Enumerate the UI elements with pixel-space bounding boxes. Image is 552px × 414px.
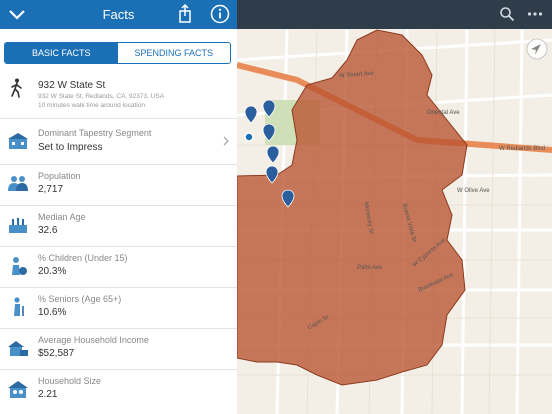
senior-icon [14, 297, 24, 316]
income-icon [8, 341, 28, 356]
street-label: Oriental Ave [427, 110, 460, 116]
map-view[interactable]: W Stuart Ave Oriental Ave W Redlands Blv… [237, 0, 552, 414]
fact-row-seniors: % Seniors (Age 65+) 10.6% [0, 287, 237, 329]
map-toolbar [237, 0, 552, 29]
fact-label: Median Age [38, 212, 86, 222]
map-canvas[interactable] [237, 0, 552, 414]
fact-label: Household Size [38, 376, 102, 386]
location-address: 932 W State St, Redlands, CA, 92373, USA [38, 93, 165, 100]
fact-value: Set to Impress [38, 142, 103, 153]
fact-value: 32.6 [38, 225, 58, 236]
fact-row-median-age: Median Age 32.6 [0, 205, 237, 247]
house-segment-icon [8, 133, 28, 149]
chevron-right-icon [223, 136, 229, 146]
fact-value: $52,587 [38, 348, 75, 359]
more-icon[interactable] [527, 10, 543, 18]
share-icon[interactable] [174, 3, 196, 25]
street-label: W Redlands Blvd [499, 146, 546, 152]
fact-label: Dominant Tapestry Segment [38, 128, 152, 138]
search-icon[interactable] [499, 6, 515, 22]
location-summary: 932 W State St 932 W State St, Redlands,… [0, 74, 237, 118]
panel-title: Facts [102, 7, 135, 22]
household-icon [8, 381, 28, 398]
street-label: W Olive Ave [457, 188, 490, 194]
fact-value: 10.6% [38, 307, 67, 318]
people-icon [8, 176, 28, 191]
fact-value: 2,717 [38, 184, 64, 195]
tab-basic-facts[interactable]: BASIC FACTS [5, 43, 118, 63]
info-icon[interactable] [209, 3, 231, 25]
fact-row-income: Average Household Income $52,587 [0, 328, 237, 370]
walk-time-note: 10 minutes walk time around location [38, 102, 145, 109]
fact-label: Average Household Income [38, 335, 149, 345]
fact-row-population: Population 2,717 [0, 164, 237, 206]
panel-header: Facts [0, 0, 237, 29]
fact-row-household-size: Household Size 2.21 [0, 369, 237, 414]
walking-icon [11, 78, 22, 98]
age-icon [9, 218, 27, 233]
street-label: Palm Ave [357, 265, 383, 271]
fact-value: 2.21 [38, 389, 58, 400]
fact-label: Population [38, 171, 81, 181]
facts-panel: Facts BASIC FACTS SPENDING FACTS 932 W S… [0, 0, 238, 414]
locate-icon[interactable] [526, 38, 548, 60]
fact-label: % Seniors (Age 65+) [38, 294, 122, 304]
fact-value: 20.3% [38, 266, 67, 277]
fact-row-children: % Children (Under 15) 20.3% [0, 246, 237, 288]
fact-row-tapestry[interactable]: Dominant Tapestry Segment Set to Impress [0, 118, 237, 165]
fact-label: % Children (Under 15) [38, 253, 128, 263]
facts-tab-control: BASIC FACTS SPENDING FACTS [4, 42, 231, 64]
location-name: 932 W State St [38, 80, 106, 91]
tab-spending-facts[interactable]: SPENDING FACTS [117, 43, 230, 63]
child-icon [12, 257, 27, 275]
